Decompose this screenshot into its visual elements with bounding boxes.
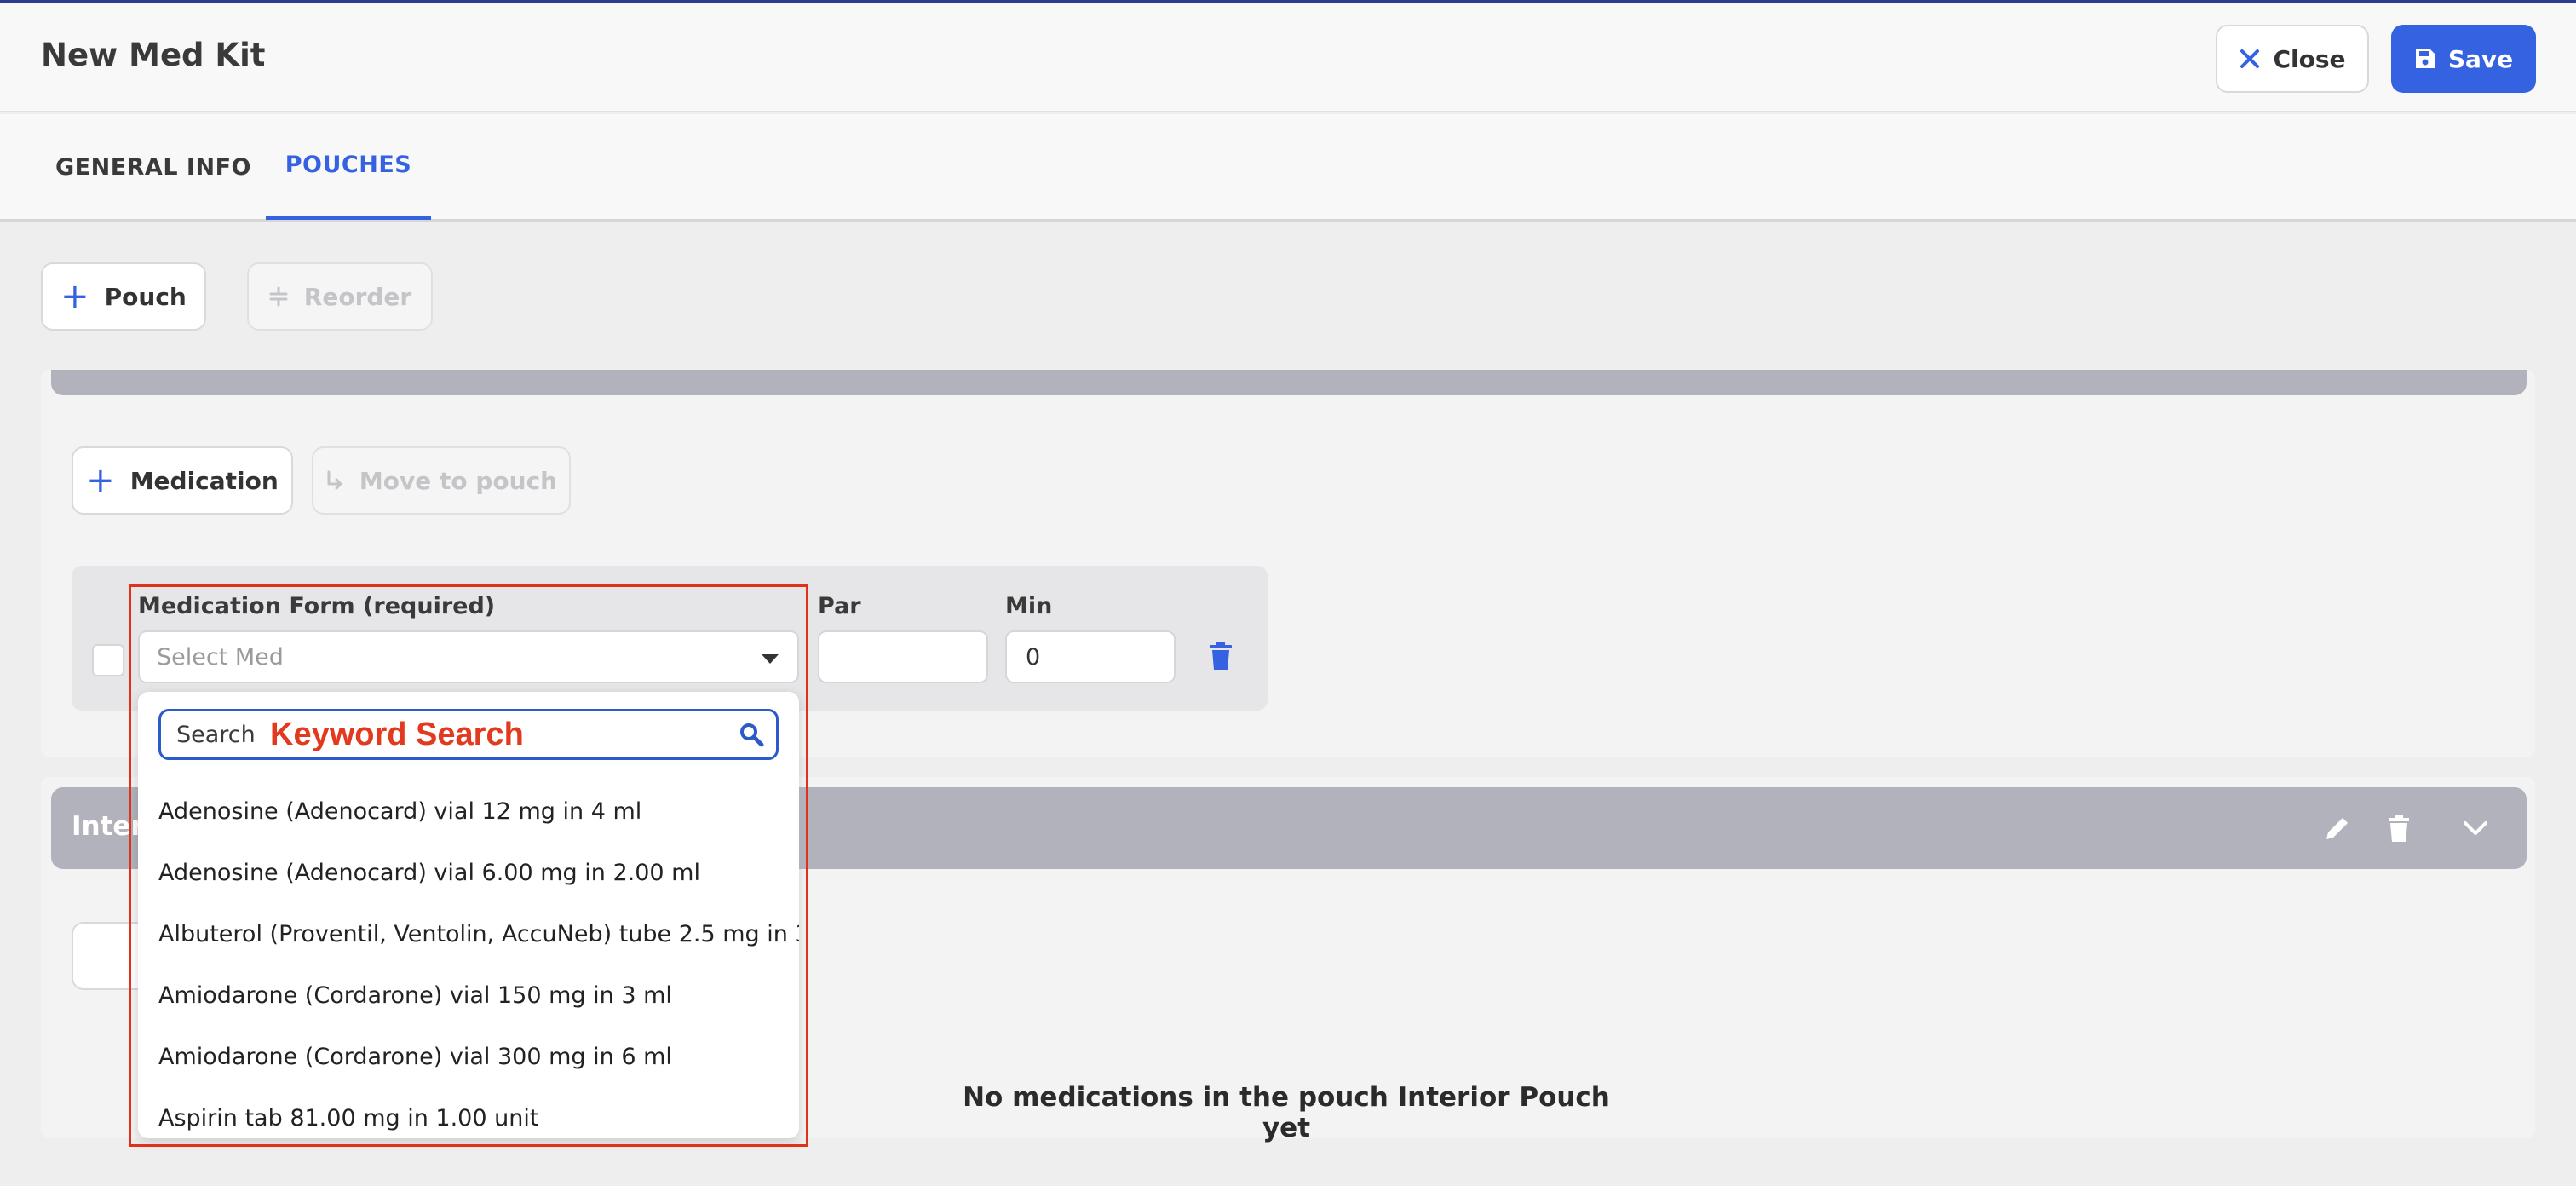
close-icon — [2240, 49, 2260, 68]
move-to-pouch-button[interactable]: Move to pouch — [312, 446, 571, 515]
add-medication-button[interactable]: + Medication — [72, 446, 293, 515]
save-button-label: Save — [2447, 44, 2514, 73]
page-title: New Med Kit — [41, 37, 266, 73]
add-pouch-label: Pouch — [104, 282, 187, 311]
header-bar: New Med Kit Close Save — [0, 0, 2576, 112]
par-input[interactable] — [818, 630, 988, 683]
arrow-return-icon — [327, 470, 342, 490]
close-button[interactable]: Close — [2216, 25, 2369, 93]
row-checkbox[interactable] — [92, 644, 124, 676]
add-medication-label: Medication — [129, 466, 279, 495]
pouch-header-bar — [51, 370, 2527, 395]
reorder-label: Reorder — [303, 282, 412, 311]
chevron-down-icon[interactable] — [2460, 813, 2491, 843]
plus-icon: + — [86, 461, 115, 500]
close-button-label: Close — [2273, 44, 2346, 73]
par-label: Par — [818, 593, 861, 619]
pencil-icon[interactable] — [2322, 813, 2353, 843]
add-pouch-button[interactable]: + Pouch — [41, 262, 206, 331]
annotation-highlight-box — [129, 584, 808, 1147]
reorder-button[interactable]: Reorder — [247, 262, 433, 331]
trash-icon[interactable] — [1208, 641, 1233, 671]
move-to-pouch-label: Move to pouch — [359, 466, 558, 495]
min-label: Min — [1005, 593, 1053, 619]
plus-icon: + — [60, 277, 89, 316]
tab-bar: GENERAL INFO POUCHES — [0, 114, 2576, 222]
tab-pouches[interactable]: POUCHES — [266, 114, 431, 220]
save-button[interactable]: Save — [2391, 25, 2536, 93]
floppy-disk-icon — [2415, 49, 2435, 68]
tab-general-info[interactable]: GENERAL INFO — [34, 114, 273, 220]
trash-icon[interactable] — [2383, 813, 2414, 843]
empty-pouch-message: No medications in the pouch Interior Pou… — [963, 1082, 1610, 1143]
reorder-icon — [269, 286, 288, 307]
min-input[interactable]: 0 — [1005, 630, 1176, 683]
